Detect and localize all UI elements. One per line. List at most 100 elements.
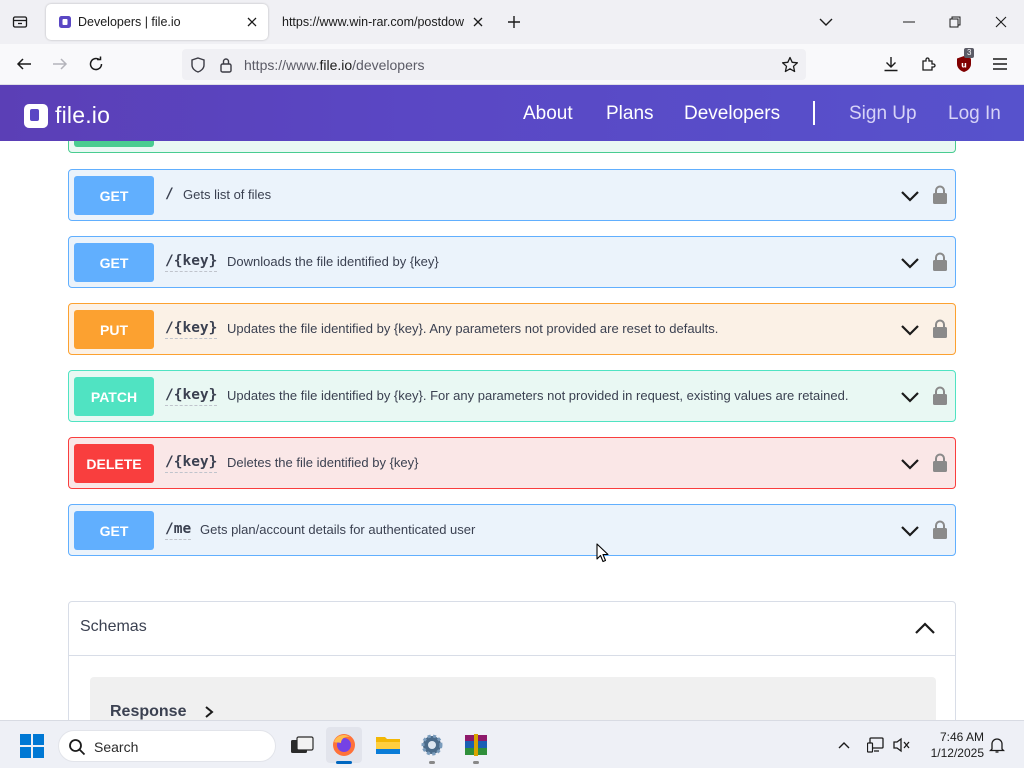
browser-tab-bar: Developers | file.io https://www.win-rar…	[0, 0, 1024, 44]
operation-get-me[interactable]: GET /me Gets plan/account details for au…	[68, 504, 956, 556]
close-tab-icon[interactable]	[244, 14, 260, 30]
chevron-up-icon	[838, 742, 850, 749]
taskbar-search-box[interactable]: Search	[58, 730, 276, 762]
arrow-right-icon	[53, 58, 68, 70]
chevron-down-icon[interactable]	[899, 186, 921, 206]
operation-path: /{key}	[165, 320, 218, 339]
firefox-icon	[333, 734, 355, 756]
tab-file-io-developers[interactable]: Developers | file.io	[46, 4, 268, 40]
operation-put-file[interactable]: PUT /{key} Updates the file identified b…	[68, 303, 956, 355]
log-in-link[interactable]: Log In	[948, 103, 1001, 125]
arrow-left-icon	[16, 58, 31, 70]
reload-button[interactable]	[82, 50, 110, 78]
file-io-favicon-icon	[59, 16, 71, 28]
ublock-origin-button[interactable]: u 3	[950, 48, 978, 78]
windows-start-icon[interactable]	[20, 734, 44, 758]
operation-description: Gets list of files	[183, 187, 272, 202]
taskbar-settings[interactable]	[414, 727, 450, 764]
close-tab-icon[interactable]	[470, 14, 486, 30]
notifications-button[interactable]	[985, 733, 1009, 757]
chevron-down-icon[interactable]	[899, 320, 921, 340]
api-docs-content: GET / Gets list of files GET /{key} Down…	[0, 141, 1024, 720]
site-header: file.io About Plans Developers Sign Up L…	[0, 85, 1024, 141]
tab-list-icon	[12, 16, 28, 28]
task-view-icon	[291, 736, 314, 753]
tab-title: Developers | file.io	[78, 15, 181, 29]
gear-icon	[421, 734, 443, 756]
minimize-window-button[interactable]	[886, 0, 932, 44]
browser-nav-bar: https://www.file.io/developers u 3	[0, 44, 1024, 85]
shield-icon[interactable]	[188, 55, 208, 75]
running-app-indicator	[473, 761, 479, 764]
taskbar-task-view[interactable]	[284, 727, 320, 763]
extensions-button[interactable]	[914, 50, 942, 78]
schemas-section: Schemas Response	[68, 601, 956, 720]
file-io-logo-icon	[24, 103, 48, 128]
operation-delete-file[interactable]: DELETE /{key} Deletes the file identifie…	[68, 437, 956, 489]
method-badge: GET	[74, 243, 154, 282]
svg-text:u: u	[961, 61, 967, 70]
lock-icon[interactable]	[932, 319, 948, 339]
volume-button[interactable]	[890, 733, 914, 757]
lock-icon[interactable]	[932, 520, 948, 540]
active-app-indicator	[336, 761, 352, 764]
list-all-tabs-button[interactable]	[0, 0, 40, 44]
operation-get-files[interactable]: GET / Gets list of files	[68, 169, 956, 221]
downloads-button[interactable]	[877, 50, 905, 78]
windows-taskbar: Search 7:46 AM 1/12/2025	[0, 720, 1024, 768]
search-icon	[69, 739, 86, 756]
tab-title: https://www.win-rar.com/postdow	[282, 15, 465, 29]
operation-description: Downloads the file identified by {key}	[227, 254, 439, 269]
chevron-down-icon[interactable]	[899, 454, 921, 474]
app-menu-button[interactable]	[986, 50, 1014, 78]
method-badge	[74, 141, 154, 147]
operation-description: Updates the file identified by {key}. An…	[227, 321, 719, 336]
chevron-right-icon[interactable]	[202, 705, 216, 719]
show-hidden-icons-button[interactable]	[832, 733, 856, 757]
lock-icon[interactable]	[932, 386, 948, 406]
nav-link-about[interactable]: About	[523, 103, 573, 125]
taskbar-winrar[interactable]	[458, 727, 494, 764]
sign-up-link[interactable]: Sign Up	[849, 103, 917, 125]
back-button[interactable]	[10, 50, 38, 78]
chevron-down-icon[interactable]	[899, 387, 921, 407]
operation-path: /{key}	[165, 253, 218, 272]
maximize-window-button[interactable]	[932, 0, 978, 44]
forward-button[interactable]	[46, 50, 74, 78]
schema-model-response[interactable]: Response	[90, 677, 936, 720]
chevron-down-icon[interactable]	[899, 521, 921, 541]
winrar-icon	[465, 734, 487, 756]
puzzle-icon	[922, 57, 936, 71]
method-badge: DELETE	[74, 444, 154, 483]
url-text: https://www.file.io/developers	[244, 57, 425, 73]
file-io-logo[interactable]: file.io	[24, 102, 110, 129]
operation-description: Gets plan/account details for authentica…	[200, 522, 476, 537]
schemas-header[interactable]: Schemas	[69, 602, 955, 656]
close-window-button[interactable]	[978, 0, 1024, 44]
bookmark-star-icon[interactable]	[780, 55, 800, 75]
method-badge: GET	[74, 511, 154, 550]
operation-get-file-by-key[interactable]: GET /{key} Downloads the file identified…	[68, 236, 956, 288]
nav-link-developers[interactable]: Developers	[684, 103, 780, 125]
chevron-up-icon[interactable]	[913, 618, 937, 638]
chevron-down-icon[interactable]	[899, 253, 921, 273]
model-name: Response	[110, 703, 187, 720]
operation-patch-file[interactable]: PATCH /{key} Updates the file identified…	[68, 370, 956, 422]
lock-icon[interactable]	[932, 252, 948, 272]
tab-win-rar[interactable]: https://www.win-rar.com/postdow	[272, 4, 494, 40]
address-bar[interactable]: https://www.file.io/developers	[182, 49, 806, 80]
chevron-down-icon	[819, 18, 833, 26]
taskbar-file-explorer[interactable]	[370, 727, 406, 763]
mouse-cursor-icon	[596, 543, 609, 563]
lock-icon[interactable]	[932, 453, 948, 473]
network-status-button[interactable]	[864, 733, 888, 757]
nav-link-plans[interactable]: Plans	[606, 103, 654, 125]
tab-overflow-menu-button[interactable]	[812, 8, 840, 36]
lock-icon[interactable]	[932, 185, 948, 205]
taskbar-clock[interactable]: 7:46 AM 1/12/2025	[920, 729, 984, 761]
new-tab-button[interactable]	[500, 8, 528, 36]
taskbar-firefox[interactable]	[326, 727, 362, 764]
lock-icon[interactable]	[216, 55, 236, 75]
operation-block-partial[interactable]	[68, 141, 956, 153]
schemas-title: Schemas	[80, 618, 147, 635]
